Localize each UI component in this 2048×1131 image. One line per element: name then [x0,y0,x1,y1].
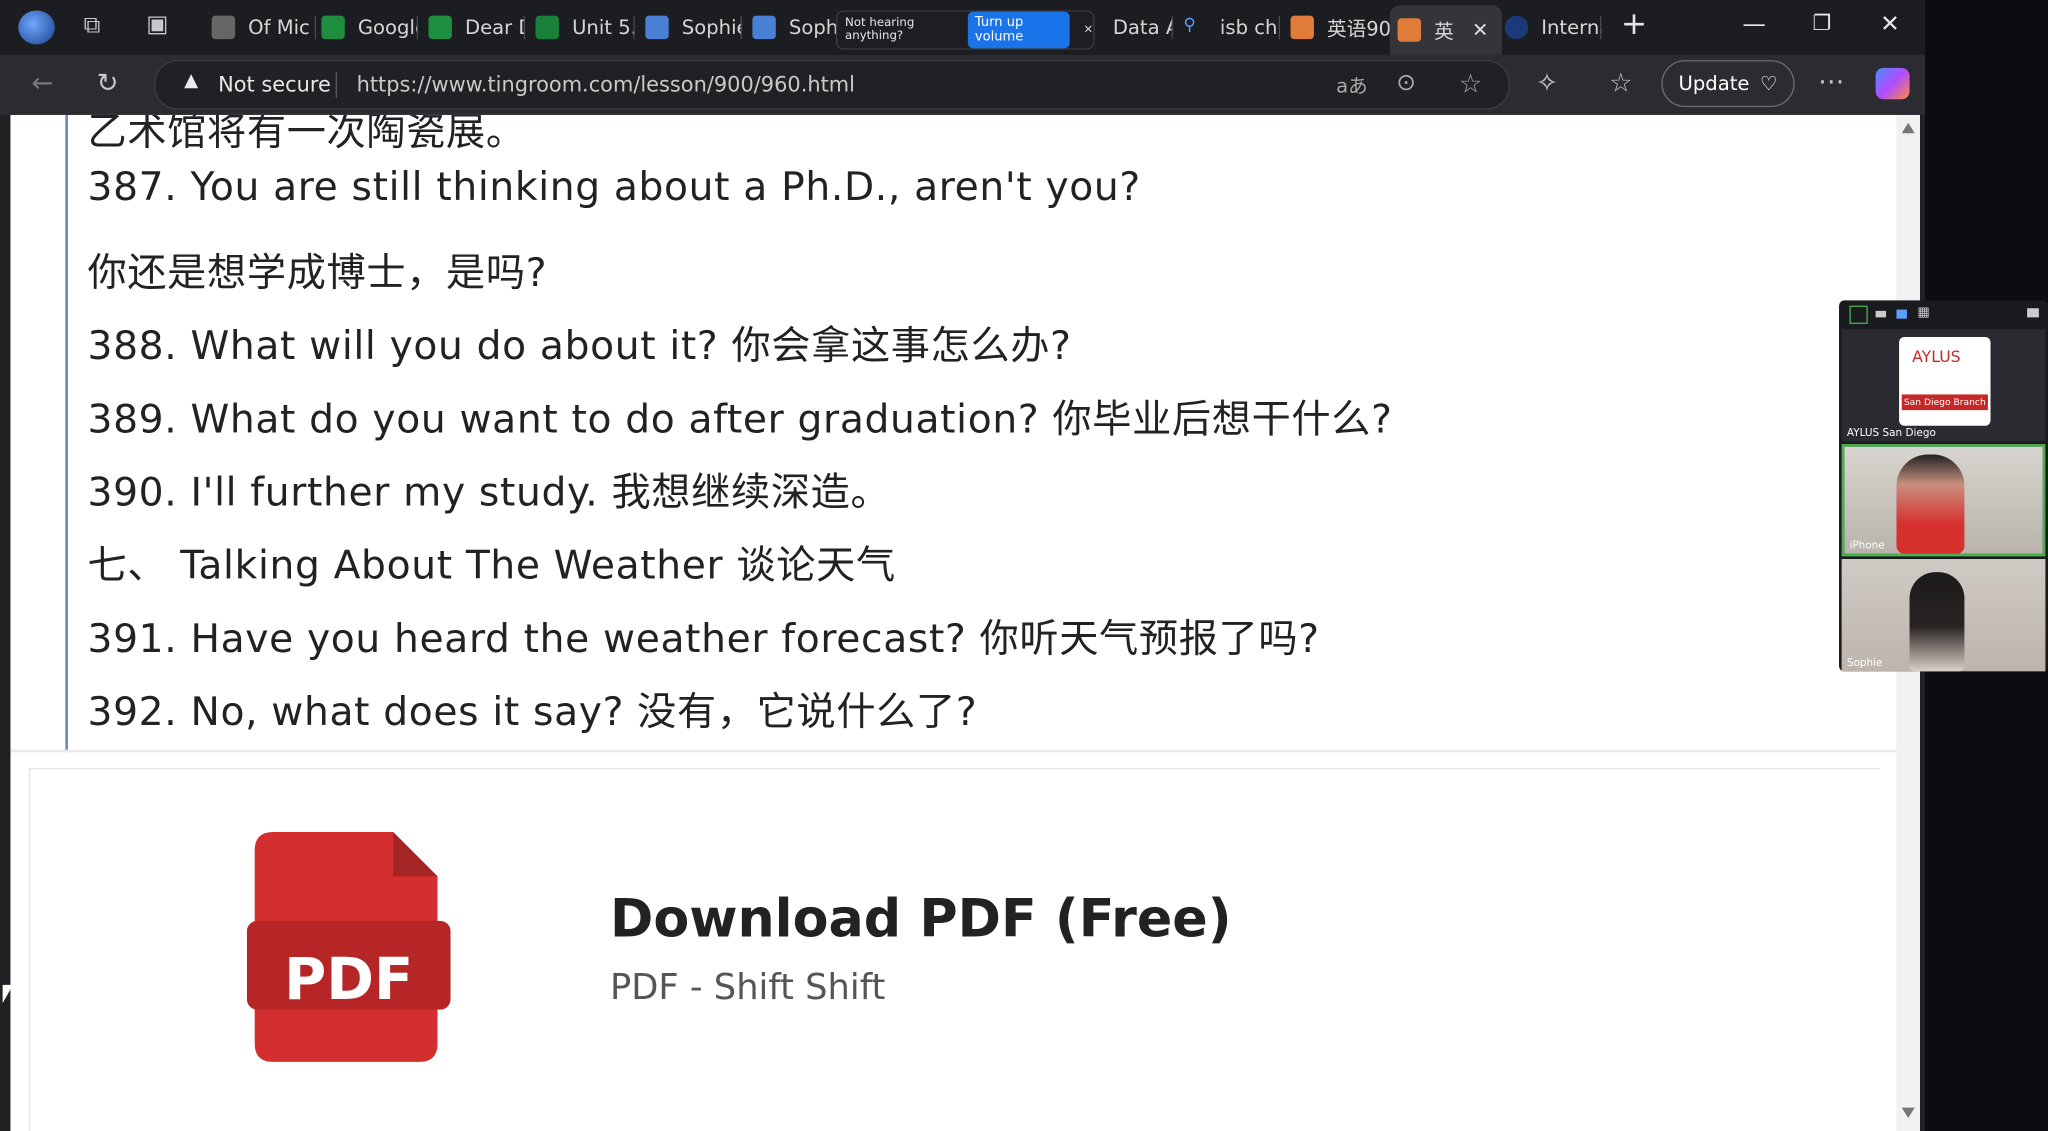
tab-label: isb chi [1219,15,1280,40]
tab-data[interactable]: Data A [1095,8,1173,47]
tab-label: Sophie [681,15,742,40]
tab-sophie-1[interactable]: Sophie [645,8,742,47]
update-button[interactable]: Update ♡ [1661,60,1795,108]
web-page: 乙术馆将有一次陶瓷展。 387. You are still thinking … [10,114,1897,1131]
partial-line: 乙术馆将有一次陶瓷展。 [87,114,526,156]
update-label: Update [1678,71,1750,96]
lesson-line: 389. What do you want to do after gradua… [87,397,1393,443]
participant-tile[interactable]: iPhone [1841,444,2046,557]
workspaces-icon[interactable]: ⧉ [84,12,101,39]
copilot-icon[interactable] [1875,67,1910,100]
browser-window: ⧉ ▣ Of Mic Google Dear D Unit 5. Sophie … [0,0,1926,1131]
tab-label: Unit 5. [572,15,635,40]
lesson-line: 387. You are still thinking about a Ph.D… [87,164,1141,211]
expand-icon[interactable] [2027,308,2039,318]
tab-unit[interactable]: Unit 5. [535,8,635,47]
tab-google[interactable]: Google [321,8,418,47]
video-panel: ▦ AYLUS San Diego Branch AYLUS San Diego… [1839,300,2048,672]
turn-up-volume-button[interactable]: Turn up volume [968,11,1071,49]
pdf-subtitle: PDF - Shift Shift [609,967,886,1009]
tab-label: 英语90 [1327,16,1390,40]
participant-tile[interactable]: Sophie [1841,559,2046,672]
aylus-branch-text: San Diego Branch [1901,394,1988,411]
url-text[interactable]: https://www.tingroom.com/lesson/900/960.… [357,72,855,97]
read-aloud-icon[interactable]: aあ [1336,72,1368,99]
audio-toast: Not hearing anything? Turn up volume × [835,10,1095,50]
tab-label: 英 [1434,18,1454,43]
tab-sophie-2[interactable]: Sophi [752,8,836,47]
more-icon[interactable]: ⊙ [1396,69,1416,96]
site-icon [1290,15,1314,40]
tab-label: Dear D [464,15,525,40]
tab-international[interactable]: Interna [1504,8,1602,47]
classroom-icon [535,15,560,40]
close-tab-icon[interactable]: ✕ [1472,18,1488,42]
participant-name: Sophie [1846,656,1883,669]
pdf-title[interactable]: Download PDF (Free) [610,889,1232,949]
tab-actions-icon[interactable]: ▣ [146,10,168,37]
strip-view-icon[interactable] [1875,310,1887,318]
refresh-button[interactable]: ↻ [97,67,119,98]
section-heading: 七、 Talking About The Weather 谈论天气 [87,543,896,590]
minimize-view-icon[interactable] [1849,305,1868,324]
profile-icon[interactable] [18,10,55,45]
participant-tile[interactable]: AYLUS San Diego Branch AYLUS San Diego [1841,329,2046,442]
globe-icon [1504,15,1529,40]
site-icon [1397,18,1422,42]
tab-label: Google [357,15,418,40]
participant-video [1896,454,1965,554]
close-window-button[interactable]: ✕ [1870,10,1909,37]
pdf-download-card[interactable]: PDF Download PDF (Free) PDF - Shift Shif… [28,767,1880,1131]
participant-name: AYLUS San Diego [1846,427,1936,439]
lesson-line: 390. I'll further my study. 我想继续深造。 [87,470,891,516]
lesson-line: 388. What will you do about it? 你会拿这事怎么办… [87,323,1072,370]
tab-dear-d[interactable]: Dear D [428,8,526,47]
toast-text: Not hearing anything? [845,16,915,44]
tab-of-mic[interactable]: Of Mic [211,8,317,47]
sheets-icon [321,15,345,40]
gallery-view-icon[interactable]: ▦ [1917,306,1929,320]
aylus-logo: AYLUS San Diego Branch [1899,336,1991,426]
lesson-line: 你还是想学成博士，是吗? [87,250,548,297]
heart-icon: ♡ [1759,71,1778,96]
tab-label: Of Mic [248,15,310,40]
sheets-icon [428,15,452,40]
extensions-icon[interactable]: ✧ [1536,67,1558,98]
favorite-star-icon[interactable]: ☆ [1459,68,1482,99]
restore-button[interactable]: ❐ [1802,10,1841,35]
mouse-cursor [2,984,14,1004]
tab-label: Sophi [788,15,836,40]
tab-label: Interna [1541,15,1601,40]
favorites-icon[interactable]: ☆ [1609,67,1632,98]
menu-icon[interactable]: ⋯ [1818,65,1844,96]
scroll-up-icon[interactable] [1901,122,1915,134]
docs-icon [752,15,776,40]
app-icon [211,15,236,40]
tab-english-900[interactable]: 英语90 [1290,8,1390,47]
tab-strip: ⧉ ▣ Of Mic Google Dear D Unit 5. Sophie … [0,0,1926,55]
scroll-down-icon[interactable] [1901,1107,1915,1119]
lesson-line: 391. Have you heard the weather forecast… [87,616,1320,663]
navigation-bar: ← ↻ ▲ Not secure https://www.tingroom.co… [0,54,1926,115]
tab-label: Data A [1112,15,1173,40]
docs-icon [645,15,669,40]
participant-name: iPhone [1849,539,1885,552]
lesson-line: 392. No, what does it say? 没有，它说什么了? [87,689,978,736]
search-icon: ⚲ [1183,15,1196,36]
warning-icon: ▲ [184,70,199,92]
tab-isb[interactable]: ⚲ isb chi [1183,8,1280,47]
quote-rule [65,114,68,753]
tab-english-active[interactable]: 英 ✕ [1389,5,1503,55]
speaker-view-icon[interactable] [1896,309,1907,319]
close-icon[interactable]: × [1083,24,1093,37]
aylus-logo-text: AYLUS [1912,347,1961,366]
participant-video [1909,572,1965,672]
back-button[interactable]: ← [31,67,53,98]
address-bar[interactable]: ▲ Not secure https://www.tingroom.com/le… [154,60,1510,110]
pdf-badge: PDF [284,946,414,1014]
view-toolbar: ▦ [1847,305,2043,324]
security-label[interactable]: Not secure [218,72,331,97]
minimize-button[interactable]: — [1735,10,1774,37]
new-tab-button[interactable]: + [1614,5,1653,42]
